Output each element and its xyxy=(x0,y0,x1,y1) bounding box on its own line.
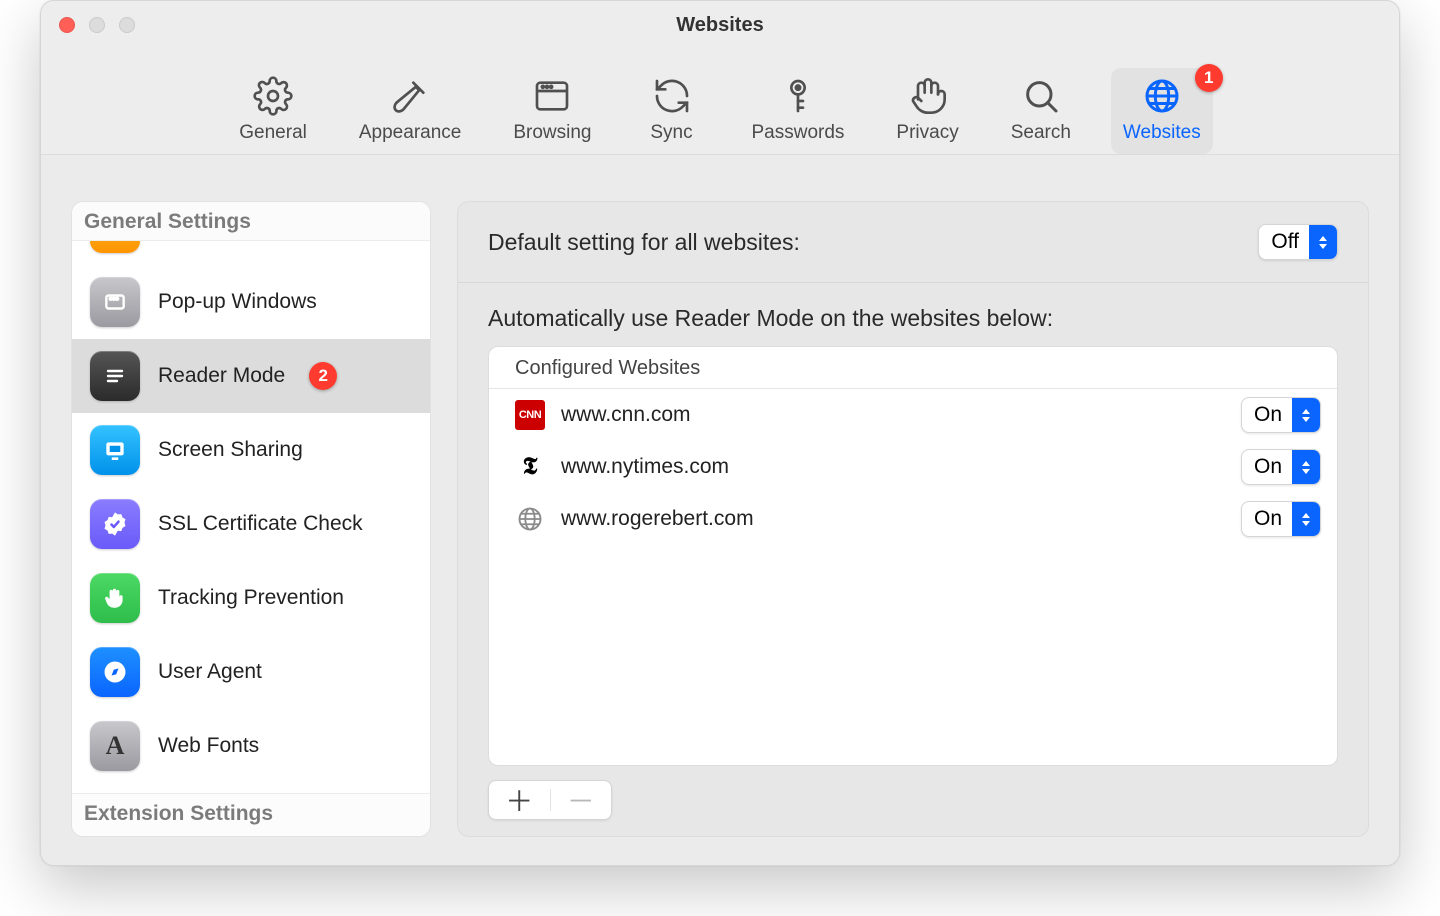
table-row[interactable]: 𝕿 www.nytimes.com On xyxy=(489,441,1337,493)
sidebar-item-web-fonts[interactable]: A Web Fonts xyxy=(72,709,430,783)
tab-passwords[interactable]: Passwords xyxy=(740,68,857,154)
site-select[interactable]: On xyxy=(1241,501,1321,537)
tab-label: Appearance xyxy=(359,122,461,144)
sidebar-item-user-agent[interactable]: User Agent xyxy=(72,635,430,709)
popup-icon xyxy=(90,277,140,327)
table-row[interactable]: CNN www.cnn.com On xyxy=(489,389,1337,441)
preferences-toolbar: General Appearance Browsing Sync Passwor xyxy=(41,49,1399,155)
sidebar: General Settings Page Zoom Pop-up Window… xyxy=(71,201,431,837)
content-area: General Settings Page Zoom Pop-up Window… xyxy=(41,155,1399,865)
sidebar-section-header: General Settings xyxy=(72,202,430,241)
sidebar-item-page-zoom[interactable]: Page Zoom xyxy=(72,241,430,265)
font-icon: A xyxy=(90,721,140,771)
site-favicon-cnn: CNN xyxy=(515,400,545,430)
default-setting-label: Default setting for all websites: xyxy=(488,229,800,256)
close-window-button[interactable] xyxy=(59,17,75,33)
sidebar-item-label: User Agent xyxy=(158,660,262,684)
sync-icon xyxy=(652,76,692,116)
site-value: On xyxy=(1242,502,1292,536)
sidebar-item-tracking-prevention[interactable]: Tracking Prevention xyxy=(72,561,430,635)
tab-label: Search xyxy=(1011,122,1071,144)
compass-icon xyxy=(90,647,140,697)
zoom-icon xyxy=(90,241,140,253)
tab-general[interactable]: General xyxy=(227,68,319,154)
auto-reader-label: Automatically use Reader Mode on the web… xyxy=(458,283,1368,346)
tab-browsing[interactable]: Browsing xyxy=(501,68,603,154)
sidebar-item-popup-windows[interactable]: Pop-up Windows xyxy=(72,265,430,339)
tab-privacy[interactable]: Privacy xyxy=(884,68,970,154)
tab-label: Browsing xyxy=(513,122,591,144)
tab-label: Websites xyxy=(1123,122,1201,144)
tab-search[interactable]: Search xyxy=(999,68,1083,154)
site-domain: www.cnn.com xyxy=(561,403,1225,427)
configured-websites-table: Configured Websites CNN www.cnn.com On 𝕿… xyxy=(488,346,1338,766)
sidebar-section-footer: Extension Settings xyxy=(72,793,430,836)
stepper-arrows-icon xyxy=(1292,450,1320,484)
site-favicon-generic xyxy=(515,504,545,534)
search-icon xyxy=(1021,76,1061,116)
site-select[interactable]: On xyxy=(1241,397,1321,433)
gear-icon xyxy=(253,76,293,116)
sidebar-item-screen-sharing[interactable]: Screen Sharing xyxy=(72,413,430,487)
default-setting-select[interactable]: Off xyxy=(1258,224,1338,260)
tab-label: Passwords xyxy=(752,122,845,144)
globe-icon xyxy=(1142,76,1182,116)
monitor-icon xyxy=(90,425,140,475)
window-controls xyxy=(59,17,135,33)
preferences-window: Websites General Appearance Browsing xyxy=(40,0,1400,866)
add-website-button[interactable]: ＋ xyxy=(489,781,550,819)
tab-appearance[interactable]: Appearance xyxy=(347,68,473,154)
hand-stop-icon xyxy=(90,573,140,623)
stepper-arrows-icon xyxy=(1292,502,1320,536)
sidebar-item-label: SSL Certificate Check xyxy=(158,512,363,536)
sidebar-item-label: Web Fonts xyxy=(158,734,259,758)
stepper-arrows-icon xyxy=(1292,398,1320,432)
add-remove-control: ＋ － xyxy=(488,780,612,820)
annotation-badge-2: 2 xyxy=(309,362,337,390)
sidebar-item-reader-mode[interactable]: Reader Mode 2 xyxy=(72,339,430,413)
paintbrush-icon xyxy=(390,76,430,116)
tab-label: General xyxy=(239,122,307,144)
hand-icon xyxy=(908,76,948,116)
tab-label: Privacy xyxy=(896,122,958,144)
site-domain: www.nytimes.com xyxy=(561,455,1225,479)
tab-websites[interactable]: Websites 1 xyxy=(1111,68,1213,154)
site-select[interactable]: On xyxy=(1241,449,1321,485)
default-setting-value: Off xyxy=(1259,225,1309,259)
site-value: On xyxy=(1242,398,1292,432)
window-title: Websites xyxy=(676,14,763,37)
site-value: On xyxy=(1242,450,1292,484)
table-row[interactable]: www.rogerebert.com On xyxy=(489,493,1337,545)
key-icon xyxy=(778,76,818,116)
remove-website-button[interactable]: － xyxy=(551,781,612,819)
reader-icon xyxy=(90,351,140,401)
seal-check-icon xyxy=(90,499,140,549)
tab-sync[interactable]: Sync xyxy=(632,68,712,154)
detail-panel: Default setting for all websites: Off Au… xyxy=(457,201,1369,837)
window-icon xyxy=(532,76,572,116)
minimize-window-button[interactable] xyxy=(89,17,105,33)
annotation-badge-1: 1 xyxy=(1195,64,1223,92)
stepper-arrows-icon xyxy=(1309,225,1337,259)
sidebar-scroll[interactable]: Page Zoom Pop-up Windows Reader Mode xyxy=(72,241,430,793)
tab-label: Sync xyxy=(650,122,692,144)
table-header: Configured Websites xyxy=(489,347,1337,389)
site-favicon-nyt: 𝕿 xyxy=(515,452,545,482)
zoom-window-button[interactable] xyxy=(119,17,135,33)
sidebar-item-label: Screen Sharing xyxy=(158,438,303,462)
sidebar-item-label: Tracking Prevention xyxy=(158,586,344,610)
sidebar-item-label: Pop-up Windows xyxy=(158,290,317,314)
titlebar: Websites xyxy=(41,1,1399,49)
site-domain: www.rogerebert.com xyxy=(561,507,1225,531)
sidebar-item-label: Reader Mode xyxy=(158,364,285,388)
sidebar-item-ssl-check[interactable]: SSL Certificate Check xyxy=(72,487,430,561)
